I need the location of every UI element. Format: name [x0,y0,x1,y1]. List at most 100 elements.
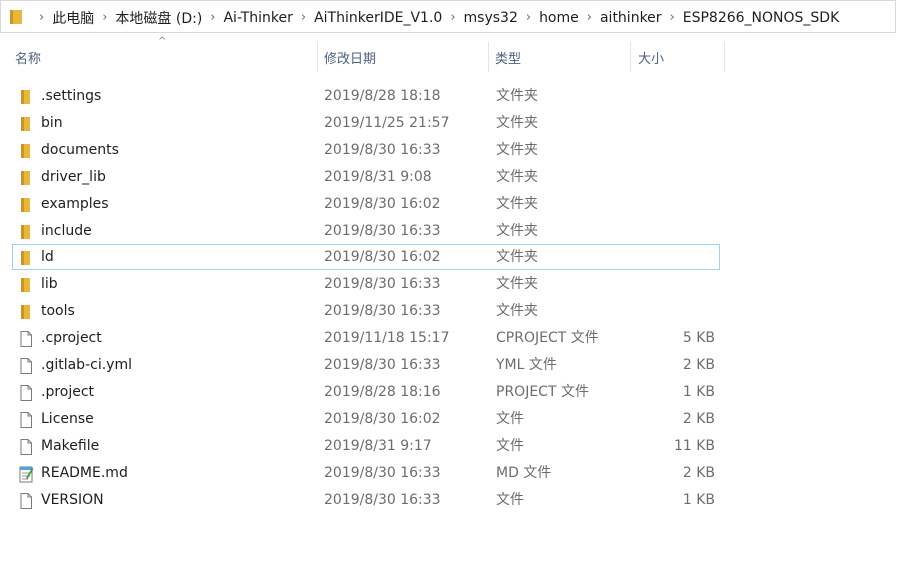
list-item[interactable]: Makefile 2019/8/31 9:17 文件 11 KB [12,433,720,459]
file-date: 2019/8/28 18:16 [324,383,441,400]
list-item[interactable]: VERSION 2019/8/30 16:33 文件 1 KB [12,487,720,513]
file-type: 文件夹 [496,114,538,131]
column-divider[interactable] [724,42,725,72]
file-type: 文件夹 [496,303,538,320]
file-type: 文件 [496,410,524,427]
list-item[interactable]: driver_lib 2019/8/31 9:08 文件夹 [12,164,720,190]
breadcrumb-item[interactable]: Ai-Thinker [223,10,292,26]
file-size: 2 KB [682,357,715,373]
file-date: 2019/8/30 16:33 [324,276,441,293]
file-type: 文件 [496,437,524,454]
list-item[interactable]: bin 2019/11/25 21:57 文件夹 [12,110,720,136]
file-size: 1 KB [682,491,715,508]
file-type: MD 文件 [496,464,552,481]
file-name: .settings [41,88,102,104]
breadcrumb-item[interactable]: home [539,10,579,26]
list-item[interactable]: README.md 2019/8/30 16:33 MD 文件 2 KB [12,460,720,486]
breadcrumb-item[interactable]: aithinker [600,10,662,26]
breadcrumb: › 此电脑 › 本地磁盘 (D:) › Ai-Thinker › AiThinkerIDE_V… [31,1,839,34]
file-date: 2019/8/31 9:17 [324,437,432,454]
column-header-size[interactable]: 大小 [638,42,724,72]
file-date: 2019/11/18 15:17 [324,330,450,347]
breadcrumb-item[interactable]: AiThinkerIDE_V1.0 [314,10,442,26]
breadcrumb-item[interactable]: msys32 [464,10,518,26]
file-name: examples [41,195,109,212]
list-item[interactable]: documents 2019/8/30 16:33 文件夹 [12,137,720,163]
file-type: 文件夹 [496,88,538,104]
file-date: 2019/8/31 9:08 [324,168,432,185]
column-divider[interactable] [317,42,318,72]
file-type: 文件夹 [496,141,538,158]
file-type: PROJECT 文件 [496,383,589,400]
column-header-type-label: 类型 [495,51,522,67]
file-name: bin [41,114,63,131]
file-type: 文件 [496,491,524,508]
chevron-right-icon[interactable]: › [587,10,592,25]
chevron-right-icon[interactable]: › [210,10,215,25]
column-header-name[interactable]: 名称 [15,42,315,72]
file-name: Makefile [41,437,100,454]
address-bar[interactable]: › 此电脑 › 本地磁盘 (D:) › Ai-Thinker › AiThinkerIDE_V… [0,0,896,33]
column-header-size-label: 大小 [638,51,665,67]
list-item[interactable]: examples 2019/8/30 16:02 文件夹 [12,191,720,217]
file-size: 11 KB [673,437,715,454]
list-item[interactable]: License 2019/8/30 16:02 文件 2 KB [12,406,720,432]
file-type: CPROJECT 文件 [496,330,599,347]
chevron-right-icon[interactable]: › [102,10,107,25]
column-header-type[interactable]: 类型 [495,42,625,72]
file-date: 2019/8/30 16:33 [324,303,441,320]
file-size: 1 KB [682,383,715,400]
file-date: 2019/11/25 21:57 [324,114,450,131]
chevron-right-icon[interactable]: › [301,10,306,25]
file-name: .project [41,383,95,400]
list-item[interactable]: .gitlab-ci.yml 2019/8/30 16:33 YML 文件 2 KB [12,352,720,378]
breadcrumb-item[interactable]: ESP8266_NONOS_SDK [683,10,840,26]
file-name: driver_lib [41,168,106,185]
file-name: tools [41,303,75,320]
column-divider[interactable] [488,42,489,72]
breadcrumb-item[interactable]: 此电脑 [52,8,94,28]
file-date: 2019/8/30 16:33 [324,464,441,481]
file-name: License [41,410,94,427]
list-item[interactable]: .project 2019/8/28 18:16 PROJECT 文件 1 KB [12,379,720,405]
file-type: 文件夹 [496,195,538,212]
file-date: 2019/8/30 16:33 [324,141,441,158]
file-type: 文件夹 [496,276,538,293]
list-item[interactable]: lib 2019/8/30 16:33 文件夹 [12,271,720,297]
list-item[interactable]: tools 2019/8/30 16:33 文件夹 [12,298,720,324]
file-type: 文件夹 [496,249,538,266]
list-item[interactable]: ld 2019/8/30 16:02 文件夹 [12,244,720,271]
file-date: 2019/8/30 16:33 [324,222,441,239]
file-size: 2 KB [682,410,715,427]
column-header-date[interactable]: 修改日期 [324,42,484,72]
file-name: README.md [41,464,128,481]
file-date: 2019/8/28 18:18 [324,88,441,104]
file-name: lib [41,276,58,293]
file-type: 文件夹 [496,222,538,239]
column-header-date-label: 修改日期 [324,51,377,67]
list-item[interactable]: .settings 2019/8/28 18:18 文件夹 [12,83,720,109]
chevron-right-icon[interactable]: › [450,10,455,25]
file-type: YML 文件 [496,357,557,373]
file-type: 文件夹 [496,168,538,185]
chevron-right-icon[interactable]: › [526,10,531,25]
file-size: 2 KB [682,464,715,481]
chevron-right-icon[interactable]: › [670,10,675,25]
breadcrumb-item[interactable]: 本地磁盘 (D:) [115,8,202,28]
file-name: VERSION [41,491,104,508]
column-divider[interactable] [630,42,631,72]
file-size: 5 KB [682,330,715,347]
file-name: ld [41,249,54,266]
file-name: include [41,222,92,239]
file-name: documents [41,141,119,158]
file-date: 2019/8/30 16:33 [324,357,441,373]
file-name: .gitlab-ci.yml [41,357,132,373]
chevron-right-icon[interactable]: › [39,10,44,25]
file-date: 2019/8/30 16:02 [324,249,441,266]
list-item[interactable]: include 2019/8/30 16:33 文件夹 [12,218,720,244]
file-date: 2019/8/30 16:02 [324,410,441,427]
file-date: 2019/8/30 16:02 [324,195,441,212]
folder-icon [10,10,22,24]
file-date: 2019/8/30 16:33 [324,491,441,508]
list-item[interactable]: .cproject 2019/11/18 15:17 CPROJECT 文件 5 KB [12,325,720,351]
